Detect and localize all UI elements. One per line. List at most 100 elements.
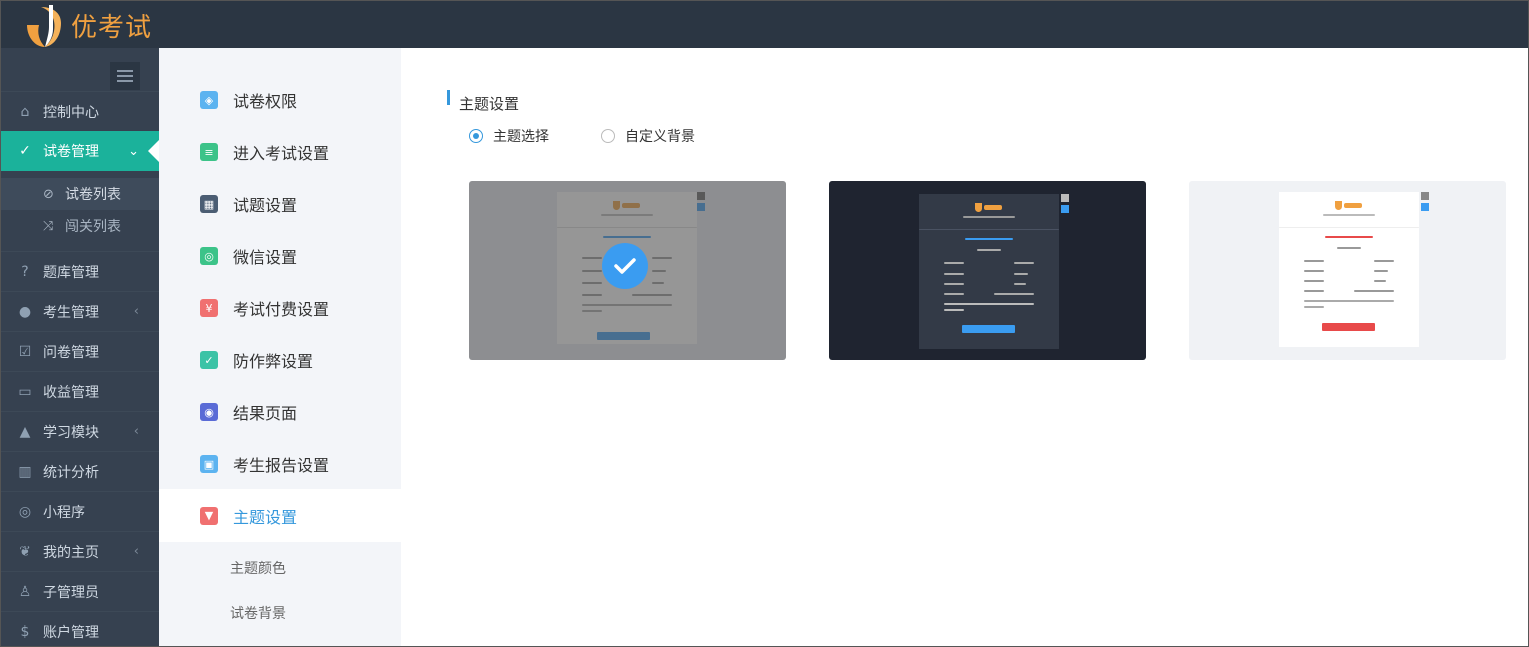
sidebar-item-statistics[interactable]: ▥ 统计分析	[1, 451, 159, 491]
sidebar-item-exams[interactable]: ✓ 试卷管理 ⌄	[1, 131, 159, 171]
top-bar: 优考试	[1, 1, 1528, 48]
radio-theme-select[interactable]: 主题选择	[469, 126, 549, 146]
bar-chart-icon: ▥	[18, 463, 32, 480]
radio-unchecked-icon[interactable]	[601, 129, 615, 143]
settings-item-label: 结果页面	[233, 404, 298, 423]
user-lock-icon: ♙	[18, 583, 32, 600]
check-circle-icon: ⊘	[43, 186, 54, 202]
check-circle-icon: ✓	[19, 143, 31, 159]
graduation-cap-icon: ▲	[19, 423, 31, 440]
section-marker	[447, 90, 450, 105]
eye-icon: ◉	[200, 403, 218, 421]
translate-icon	[1421, 203, 1429, 211]
chevron-left-icon: ‹	[133, 544, 139, 559]
settings-item-exam-permissions[interactable]: ◈ 试卷权限	[159, 74, 401, 126]
settings-item-label: 考试付费设置	[233, 300, 330, 319]
active-notch	[148, 140, 159, 162]
settings-item-label: 主题设置	[233, 507, 298, 527]
theme-card-red[interactable]	[1189, 181, 1506, 360]
section-title: 主题设置	[459, 95, 520, 113]
hamburger-icon[interactable]	[110, 62, 140, 90]
logo-icon	[27, 5, 61, 47]
sidebar-item-account[interactable]: $ 账户管理	[1, 611, 159, 646]
settings-item-wechat[interactable]: ◎ 微信设置	[159, 230, 401, 282]
leaf-icon: ❦	[19, 543, 31, 560]
chevron-left-icon: ‹	[133, 424, 139, 439]
report-icon: ▣	[200, 455, 218, 473]
sidebar-item-homepage[interactable]: ❦ 我的主页 ‹	[1, 531, 159, 571]
settings-item-report[interactable]: ▣ 考生报告设置	[159, 438, 401, 490]
sidebar-item-label: 控制中心	[43, 104, 99, 121]
chevron-down-icon: ⌄	[128, 143, 139, 159]
sidebar-item-label: 问卷管理	[43, 344, 99, 361]
settings-item-label: 防作弊设置	[233, 352, 314, 371]
sidebar-item-surveys[interactable]: ☑ 问卷管理	[1, 331, 159, 371]
radio-label: 主题选择	[493, 129, 549, 145]
settings-item-questions[interactable]: ▦ 试题设置	[159, 178, 401, 230]
settings-item-payment[interactable]: ¥ 考试付费设置	[159, 282, 401, 334]
sidebar-subitem-label: 试卷列表	[65, 187, 121, 203]
translate-icon	[1061, 205, 1069, 213]
sidebar-item-label: 试卷管理	[43, 144, 99, 160]
sidebar: ⌂ 控制中心 ✓ 试卷管理 ⌄ ⊘ 试卷列表 ⤨ 闯关列表 ? 题库管理 ● 考…	[1, 48, 159, 646]
shirt-icon: ▼	[200, 506, 218, 525]
sidebar-item-miniprogram[interactable]: ◎ 小程序	[1, 491, 159, 531]
radio-custom-background[interactable]: 自定义背景	[601, 126, 695, 146]
question-circle-icon: ?	[21, 263, 29, 280]
theme-preview	[1279, 192, 1419, 347]
qrcode-icon	[1421, 192, 1429, 200]
wechat-icon: ◎	[200, 247, 218, 265]
shield-check-icon: ✓	[200, 351, 218, 369]
sidebar-item-label: 统计分析	[43, 464, 99, 481]
settings-nav: ◈ 试卷权限 ≡ 进入考试设置 ▦ 试题设置 ◎ 微信设置 ¥ 考试付费设置 ✓…	[159, 48, 401, 646]
settings-item-label: 微信设置	[233, 248, 298, 267]
settings-subitem-exam-background[interactable]: 试卷背景	[230, 603, 286, 623]
home-icon: ⌂	[20, 103, 30, 120]
settings-item-theme[interactable]: ▼ 主题设置	[159, 489, 401, 542]
sidebar-item-candidates[interactable]: ● 考生管理 ‹	[1, 291, 159, 331]
radio-checked-icon[interactable]	[469, 129, 483, 143]
shield-icon: ◈	[200, 91, 218, 109]
settings-item-enter-exam[interactable]: ≡ 进入考试设置	[159, 126, 401, 178]
settings-subitem-theme-color[interactable]: 主题颜色	[230, 558, 286, 578]
settings-item-label: 进入考试设置	[233, 144, 330, 163]
start-exam-button	[962, 325, 1015, 333]
shuffle-icon: ⤨	[43, 218, 54, 234]
logo-icon	[1335, 200, 1365, 210]
sidebar-item-sub-admins[interactable]: ♙ 子管理员	[1, 571, 159, 611]
calendar-icon: ▦	[200, 195, 218, 213]
sidebar-item-revenue[interactable]: ▭ 收益管理	[1, 371, 159, 411]
theme-card-dark[interactable]	[829, 181, 1146, 360]
sidebar-item-question-bank[interactable]: ? 题库管理	[1, 251, 159, 291]
settings-item-anti-cheat[interactable]: ✓ 防作弊设置	[159, 334, 401, 386]
check-icon	[602, 243, 648, 289]
sidebar-item-dashboard[interactable]: ⌂ 控制中心	[1, 91, 159, 131]
sidebar-item-label: 学习模块	[43, 424, 99, 441]
sidebar-item-label: 收益管理	[43, 384, 99, 401]
sidebar-item-label: 我的主页	[43, 544, 99, 561]
theme-card-blue[interactable]	[469, 181, 786, 360]
main-content: 主题设置 主题选择 自定义背景	[401, 48, 1528, 646]
settings-item-label: 试题设置	[233, 196, 298, 215]
sidebar-subitem-exam-list[interactable]: ⊘ 试卷列表	[1, 178, 159, 210]
settings-item-result-page[interactable]: ◉ 结果页面	[159, 386, 401, 438]
qrcode-icon	[1061, 194, 1069, 202]
logo-icon	[975, 202, 1005, 212]
theme-preview	[919, 194, 1059, 349]
checkbox-icon: ☑	[18, 343, 32, 360]
sidebar-item-learning[interactable]: ▲ 学习模块 ‹	[1, 411, 159, 451]
settings-item-label: 考生报告设置	[233, 456, 330, 475]
sidebar-subitem-level-list[interactable]: ⤨ 闯关列表	[1, 210, 159, 242]
app-name: 优考试	[71, 13, 153, 43]
chevron-left-icon: ‹	[133, 304, 139, 319]
wechat-icon: ◎	[18, 503, 32, 520]
settings-item-label: 试卷权限	[233, 92, 298, 111]
list-icon: ≡	[200, 143, 218, 161]
start-exam-button	[1322, 323, 1375, 331]
dollar-icon: $	[20, 623, 30, 640]
sidebar-item-label: 子管理员	[43, 584, 99, 601]
sidebar-item-label: 小程序	[43, 504, 85, 521]
credit-card-icon: ▭	[18, 383, 32, 400]
app-window: 优考试 ⌂ 控制中心 ✓ 试卷管理 ⌄ ⊘ 试卷列表 ⤨ 闯关列表 ? 题库管理…	[0, 0, 1529, 647]
yen-icon: ¥	[200, 299, 218, 317]
